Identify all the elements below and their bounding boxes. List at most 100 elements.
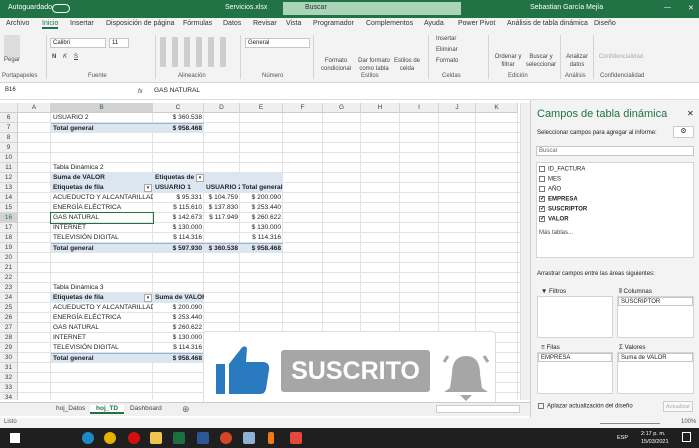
row-header-9[interactable]: 9 (0, 143, 18, 153)
tab-10[interactable]: Ayuda (424, 20, 444, 27)
row-header-13[interactable]: 13 (0, 183, 18, 193)
unchecked-box-icon[interactable] (539, 186, 545, 192)
row-header-29[interactable]: 29 (0, 343, 18, 353)
font-size-select[interactable]: 11 (109, 38, 129, 48)
cell-C6[interactable]: $ 360.538 (153, 113, 204, 123)
unchecked-box-icon[interactable] (539, 176, 545, 182)
cell-B18[interactable]: TELEVISIÓN DIGITAL (51, 233, 153, 243)
bold-button[interactable]: N (52, 53, 56, 61)
format-as-table-button[interactable]: Dar formato como tabla (356, 57, 392, 73)
tab-4[interactable]: Fórmulas (183, 20, 212, 27)
number-format-select[interactable]: General (245, 38, 310, 48)
paste-button[interactable]: Pegar (4, 56, 20, 64)
cell-B17[interactable]: INTERNET (51, 223, 153, 233)
cell-C26[interactable]: $ 253.440 (153, 313, 204, 323)
find-select-button[interactable]: Buscar y seleccionar (524, 53, 558, 69)
tab-2[interactable]: Insertar (70, 20, 94, 27)
tab-0[interactable]: Archivo (6, 20, 29, 27)
column-header-H[interactable]: H (361, 103, 400, 113)
cell-B15[interactable]: ENERGÍA ELÉCTRICA (51, 203, 153, 213)
name-box[interactable]: B16 (3, 86, 81, 97)
cell-C25[interactable]: $ 200.090 (153, 303, 204, 313)
notifications-icon[interactable] (682, 432, 691, 442)
sheet-tab-hoj_Datos[interactable]: hoj_Datos (50, 405, 91, 412)
camtasia-icon[interactable] (290, 432, 302, 444)
language[interactable]: ESP (617, 435, 628, 441)
filters-area[interactable] (537, 296, 613, 338)
row-header-23[interactable]: 23 (0, 283, 18, 293)
confidentiality-button[interactable]: Confidencialidad (596, 53, 646, 61)
cell-C18[interactable]: $ 114.316 (153, 233, 204, 243)
tab-8[interactable]: Programador (313, 20, 354, 27)
tab-6[interactable]: Revisar (253, 20, 277, 27)
cell-C28[interactable]: $ 130.000 (153, 333, 204, 343)
select-all-corner[interactable] (0, 103, 18, 113)
sort-filter-button[interactable]: Ordenar y filtrar (494, 53, 522, 69)
cell-B29[interactable]: TELEVISIÓN DIGITAL (51, 343, 153, 353)
column-header-D[interactable]: D (204, 103, 240, 113)
tab-1[interactable]: Inicio (42, 20, 59, 29)
sheet-tab-hoj_TD[interactable]: hoj_TD (90, 405, 125, 414)
cell-E13[interactable]: Total general (240, 183, 283, 193)
formula-input[interactable]: GAS NATURAL (152, 86, 692, 97)
defer-update-checkbox[interactable]: Aplazar actualización del diseño (538, 403, 633, 410)
cell-E16[interactable]: $ 260.622 (240, 213, 283, 223)
column-header-B[interactable]: B (51, 103, 153, 113)
row-header-25[interactable]: 25 (0, 303, 18, 313)
cell-C19[interactable]: $ 597.930 (153, 243, 204, 253)
row-header-6[interactable]: 6 (0, 113, 18, 123)
cell-E17[interactable]: $ 130.000 (240, 223, 283, 233)
row-header-8[interactable]: 8 (0, 133, 18, 143)
cell-C16[interactable]: $ 142.673 (153, 213, 204, 223)
autosave-toggle[interactable] (52, 4, 70, 13)
cell-B14[interactable]: ACUEDUCTO Y ALCANTARILLADO (51, 193, 153, 203)
row-header-15[interactable]: 15 (0, 203, 18, 213)
cell-B30[interactable]: Total general (51, 353, 153, 363)
cell-C13[interactable]: USUARIO 1 (153, 183, 204, 193)
user-name[interactable]: Sebastian García Mejía (530, 4, 603, 11)
unchecked-box-icon[interactable] (539, 166, 545, 172)
cell-B19[interactable]: Total general (51, 243, 153, 253)
checked-box-icon[interactable]: ✓ (539, 216, 545, 222)
row-header-19[interactable]: 19 (0, 243, 18, 253)
checked-box-icon[interactable]: ✓ (539, 206, 545, 212)
cell-B28[interactable]: INTERNET (51, 333, 153, 343)
paste-icon[interactable] (4, 35, 20, 57)
field-item[interactable]: MES (539, 176, 691, 186)
start-icon[interactable] (10, 433, 20, 443)
row-header-34[interactable]: 34 (0, 393, 18, 400)
excel-icon[interactable] (173, 432, 185, 444)
cell-B24[interactable]: Etiquetas de fila (51, 293, 153, 303)
cell-B26[interactable]: ENERGÍA ELÉCTRICA (51, 313, 153, 323)
row-header-7[interactable]: 7 (0, 123, 18, 133)
cell-B23[interactable]: Tabla Dinámica 3 (51, 283, 153, 293)
cell-E14[interactable]: $ 200.090 (240, 193, 283, 203)
filter-dropdown-icon[interactable]: ▾ (144, 184, 152, 192)
row-header-18[interactable]: 18 (0, 233, 18, 243)
close-pane-icon[interactable]: ✕ (687, 109, 694, 118)
cell-C30[interactable]: $ 958.468 (153, 353, 204, 363)
row-header-27[interactable]: 27 (0, 323, 18, 333)
column-header-E[interactable]: E (240, 103, 283, 113)
cell-B6[interactable]: USUARIO 2 (51, 113, 153, 123)
cell-B16[interactable]: GAS NATURAL (50, 212, 154, 224)
field-item[interactable]: AÑO (539, 186, 691, 196)
format-cells-button[interactable]: Formato (436, 57, 458, 65)
row-header-20[interactable]: 20 (0, 253, 18, 263)
tab-7[interactable]: Vista (286, 20, 301, 27)
field-item[interactable]: ✓ SUSCRIPTOR (539, 206, 691, 216)
column-header-I[interactable]: I (400, 103, 439, 113)
sheet-tab-Dashboard[interactable]: Dashboard (124, 405, 168, 412)
column-header-J[interactable]: J (439, 103, 476, 113)
cell-D15[interactable]: $ 137.830 (204, 203, 240, 213)
word-icon[interactable] (197, 432, 209, 444)
file-explorer-icon[interactable] (150, 432, 162, 444)
row-header-10[interactable]: 10 (0, 153, 18, 163)
cell-D13[interactable]: USUARIO 2 (204, 183, 240, 193)
function-icon[interactable]: fx (138, 88, 143, 96)
italic-button[interactable]: K (63, 53, 67, 61)
cell-B13[interactable]: Etiquetas de fila (51, 183, 153, 193)
analyze-data-button[interactable]: Analizar datos (565, 53, 589, 69)
field-item[interactable]: ✓ EMPRESA (539, 196, 691, 206)
powerpoint-icon[interactable] (220, 432, 232, 444)
